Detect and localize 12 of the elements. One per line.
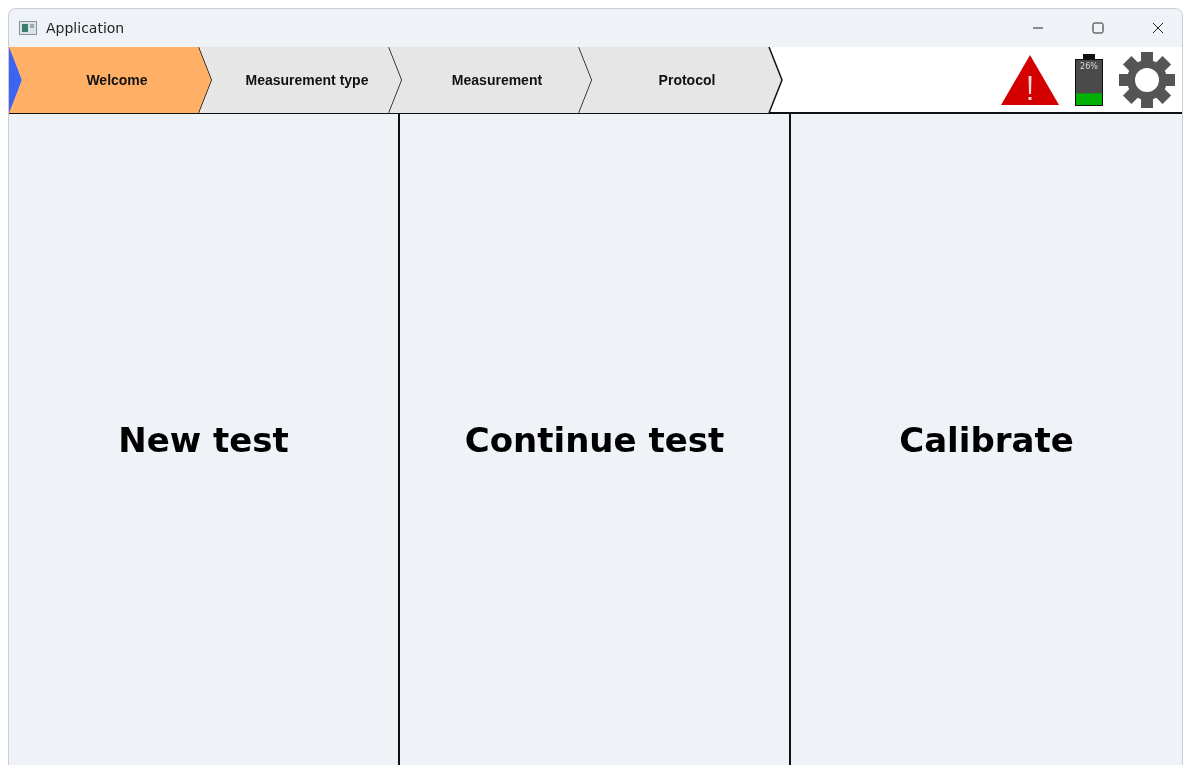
window-title: Application <box>46 20 125 36</box>
step-tab[interactable]: Welcome <box>9 47 213 113</box>
start-marker-icon <box>9 47 23 113</box>
step-tab[interactable]: Measurement type <box>199 47 403 113</box>
maximize-icon[interactable] <box>1092 22 1104 34</box>
settings-icon[interactable] <box>1118 50 1176 109</box>
step-tab[interactable]: Protocol <box>579 47 783 113</box>
step-tab[interactable]: Measurement <box>389 47 593 113</box>
close-icon[interactable] <box>1152 22 1164 34</box>
app-icon <box>19 21 37 35</box>
battery-percent: 26% <box>1080 61 1098 71</box>
warning-icon[interactable] <box>1000 53 1060 106</box>
